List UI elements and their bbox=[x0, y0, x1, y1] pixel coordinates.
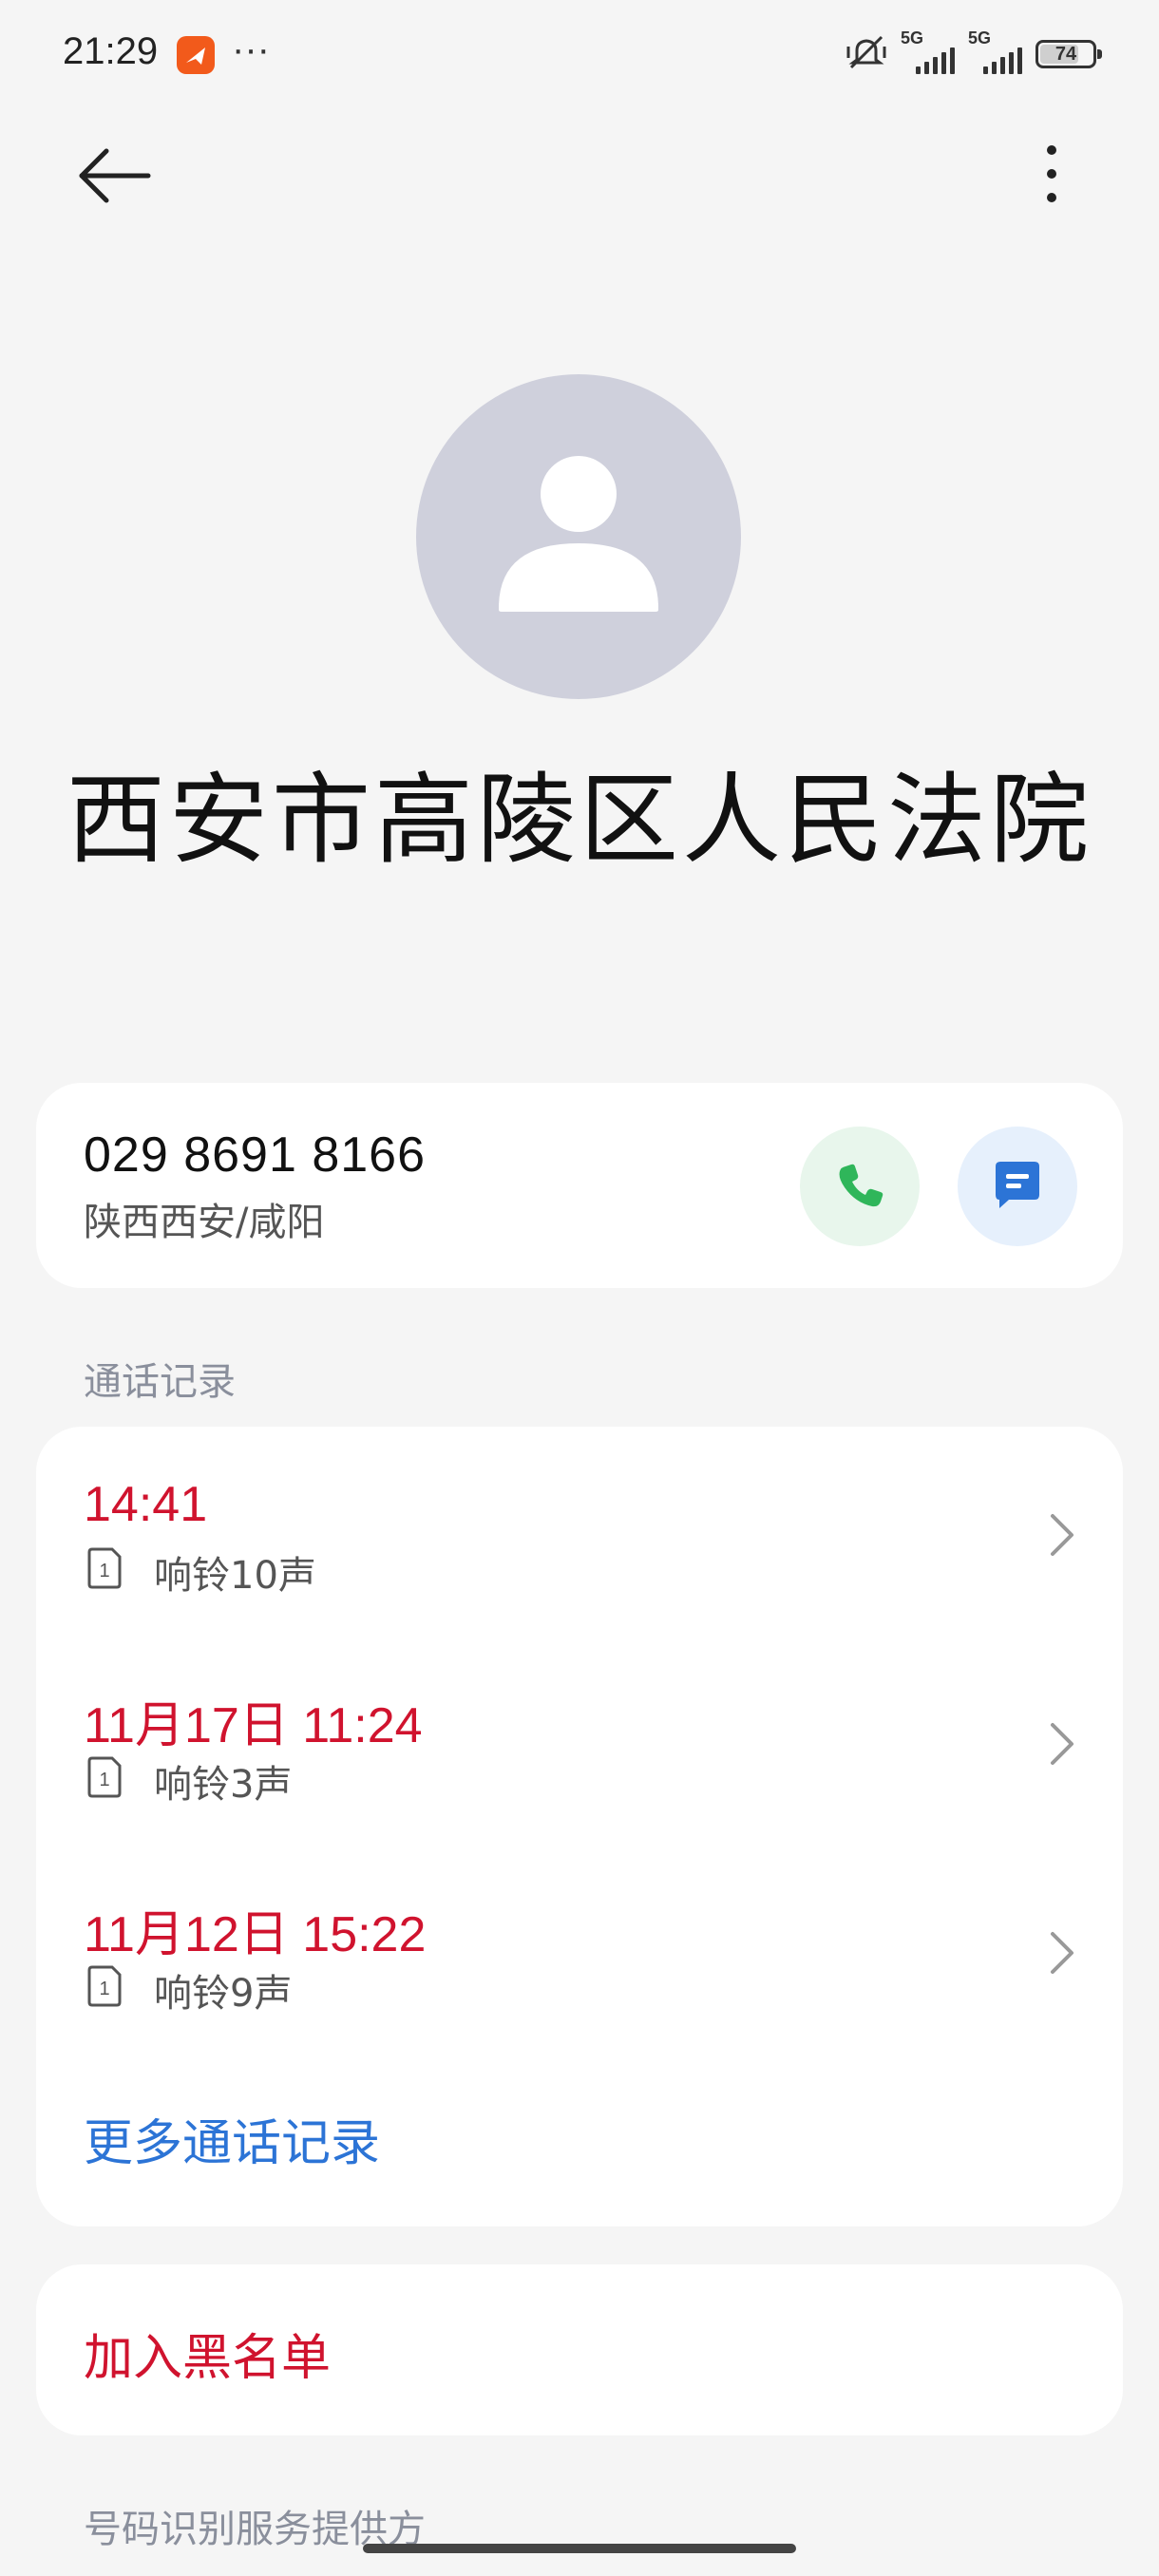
arrow-left-icon bbox=[79, 148, 151, 203]
app-notification-icon bbox=[177, 36, 215, 74]
more-options-button[interactable] bbox=[1026, 141, 1077, 207]
status-indicators: 5G 5G 74 bbox=[846, 28, 1102, 76]
sim-1-icon: 1 bbox=[86, 1755, 124, 1799]
phone-icon bbox=[839, 1164, 884, 1207]
signal-2-label: 5G bbox=[968, 28, 992, 47]
call-history-item[interactable]: 14:41 1 响铃10声 bbox=[36, 1427, 1123, 1636]
call-ring-count: 响铃10声 bbox=[154, 1554, 316, 1598]
more-call-history-link[interactable]: 更多通话记录 bbox=[84, 2103, 380, 2174]
more-vertical-icon bbox=[1047, 145, 1056, 202]
sim-1-icon: 1 bbox=[86, 1964, 124, 2008]
home-indicator[interactable] bbox=[363, 2544, 796, 2553]
call-time: 14:41 bbox=[84, 1477, 208, 1532]
contact-avatar bbox=[416, 374, 741, 699]
back-button[interactable] bbox=[74, 142, 154, 209]
person-icon bbox=[499, 456, 658, 612]
signal-icon-1: 5G bbox=[901, 28, 955, 74]
svg-text:1: 1 bbox=[99, 1561, 109, 1582]
mute-icon bbox=[846, 33, 887, 75]
svg-text:1: 1 bbox=[99, 1770, 109, 1790]
chevron-right-icon bbox=[1043, 1506, 1081, 1563]
signal-icon-2: 5G bbox=[968, 28, 1022, 74]
call-time: 11月17日 11:24 bbox=[84, 1698, 423, 1753]
svg-text:1: 1 bbox=[99, 1979, 109, 1999]
status-more-icon: ··· bbox=[232, 28, 270, 70]
call-ring-count: 响铃3声 bbox=[154, 1763, 293, 1807]
call-history-item[interactable]: 11月17日 11:24 1 响铃3声 bbox=[36, 1636, 1123, 1845]
message-button[interactable] bbox=[958, 1127, 1077, 1246]
call-ring-count: 响铃9声 bbox=[154, 1972, 293, 2016]
call-time: 11月12日 15:22 bbox=[84, 1907, 427, 1962]
chevron-right-icon bbox=[1043, 1715, 1081, 1772]
call-history-title: 通话记录 bbox=[84, 1360, 236, 1404]
message-icon bbox=[996, 1162, 1039, 1208]
blacklist-card[interactable]: 加入黑名单 bbox=[36, 2264, 1123, 2435]
status-time: 21:29 bbox=[63, 30, 159, 72]
call-history-card: 14:41 1 响铃10声 11月17日 11:24 1 响铃3声 11月12日… bbox=[36, 1427, 1123, 2226]
signal-1-label: 5G bbox=[901, 28, 924, 47]
chevron-right-icon bbox=[1043, 1924, 1081, 1981]
call-history-item[interactable]: 11月12日 15:22 1 响铃9声 bbox=[36, 1845, 1123, 2054]
phone-number: 029 8691 8166 bbox=[84, 1127, 427, 1183]
add-to-blacklist-button[interactable]: 加入黑名单 bbox=[84, 2318, 331, 2389]
phone-number-card[interactable]: 029 8691 8166 陕西西安/咸阳 bbox=[36, 1083, 1123, 1288]
phone-location: 陕西西安/咸阳 bbox=[84, 1201, 325, 1244]
battery-icon: 74 bbox=[1036, 40, 1102, 68]
sim-1-icon: 1 bbox=[86, 1546, 124, 1590]
contact-name: 西安市高陵区人民法院 bbox=[66, 762, 1092, 878]
battery-level: 74 bbox=[1054, 43, 1077, 65]
call-button[interactable] bbox=[800, 1127, 920, 1246]
